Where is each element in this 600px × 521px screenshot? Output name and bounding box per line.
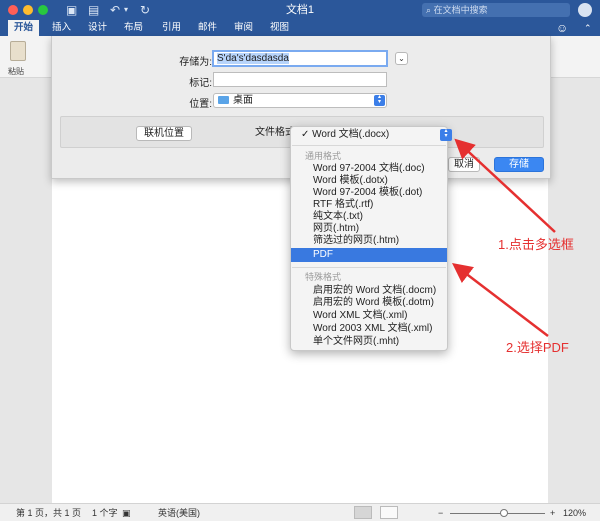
annotation-step-1: 1.点击多选框 xyxy=(498,237,574,252)
zoom-out-button[interactable]: − xyxy=(438,507,443,519)
status-bar: 第 1 页，共 1 页 1 个字 ▣ 英语(美国) − + 120% xyxy=(0,503,600,521)
zoom-level[interactable]: 120% xyxy=(563,507,586,519)
zoom-slider-track[interactable] xyxy=(450,513,545,514)
annotation-step-2: 2.选择PDF xyxy=(506,340,569,355)
arrow-to-format-select xyxy=(454,138,556,233)
word-count[interactable]: 1 个字 xyxy=(92,507,118,519)
language-indicator[interactable]: 英语(美国) xyxy=(158,507,200,519)
proofing-icon[interactable]: ▣ xyxy=(122,507,131,519)
page-count[interactable]: 第 1 页，共 1 页 xyxy=(16,507,81,519)
annotation-arrows xyxy=(452,138,556,337)
arrow-to-pdf-option xyxy=(452,262,549,337)
zoom-slider-handle[interactable] xyxy=(500,509,508,517)
web-layout-view-button[interactable] xyxy=(380,506,398,519)
print-layout-view-button[interactable] xyxy=(354,506,372,519)
zoom-in-button[interactable]: + xyxy=(550,507,555,519)
